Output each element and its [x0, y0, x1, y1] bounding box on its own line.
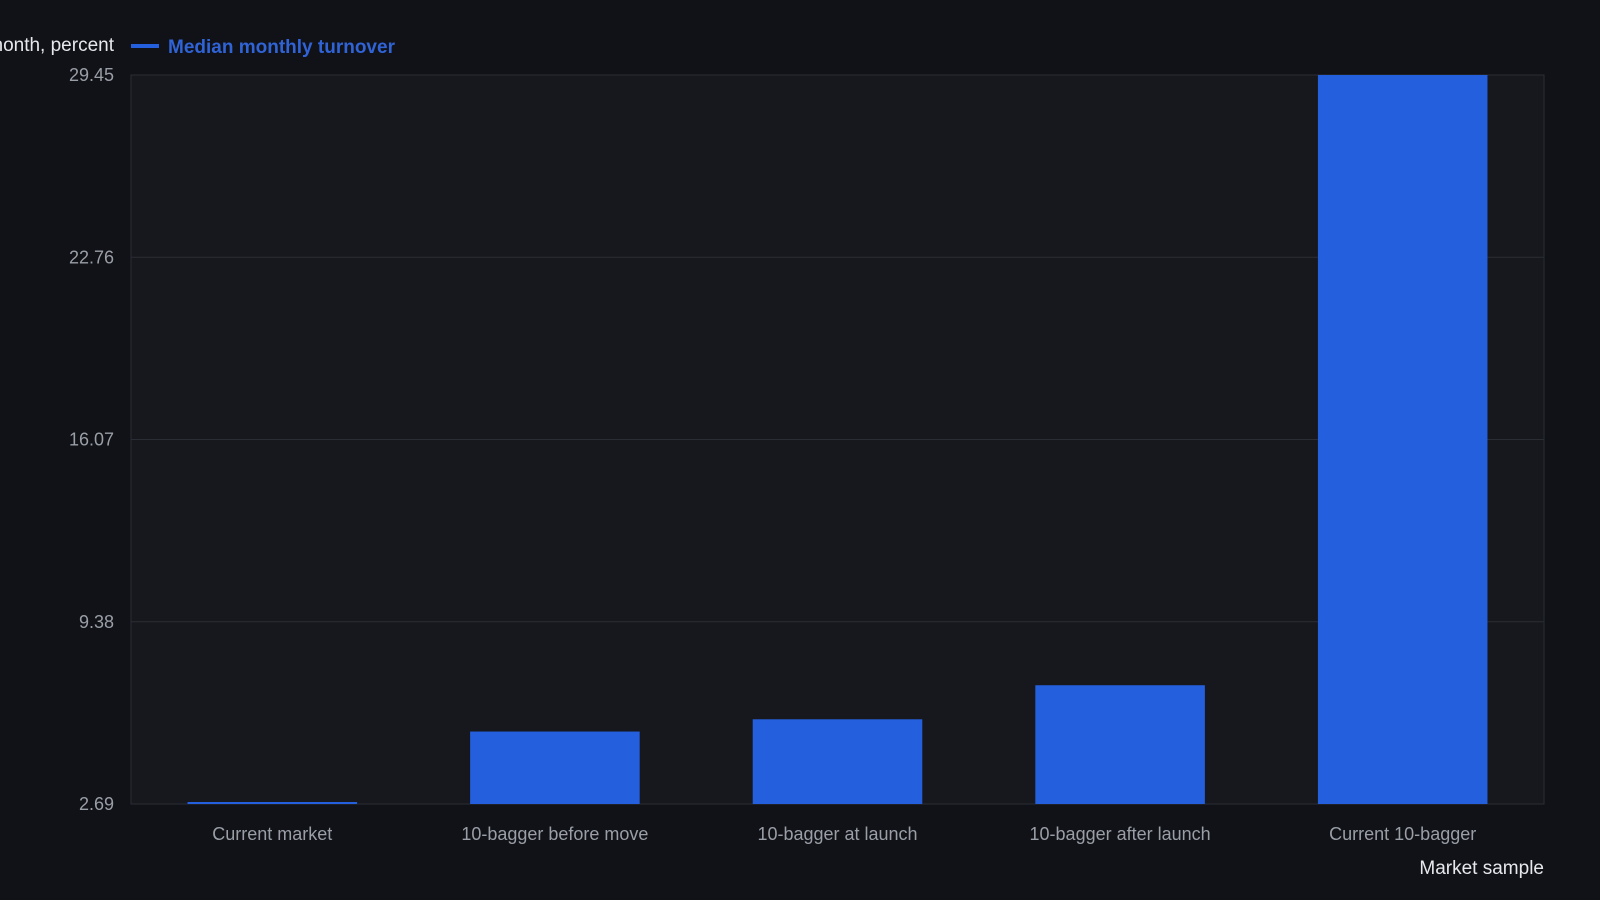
bar — [752, 719, 923, 804]
x-tick-label: Current 10-bagger — [1329, 824, 1476, 844]
x-tick-label: 10-bagger before move — [461, 824, 648, 844]
bar — [1317, 75, 1488, 804]
x-tick-label: 10-bagger at launch — [757, 824, 917, 844]
x-axis-ticks: Current market 10-bagger before move 10-ba… — [212, 824, 1476, 844]
y-axis-ticks: 2.69 9.38 16.07 22.76 29.45 — [69, 65, 114, 814]
bar-chart: 2.69 9.38 16.07 22.76 29.45 Current market 10… — [0, 35, 1545, 879]
y-tick-label: 29.45 — [69, 65, 114, 85]
y-tick-label: 16.07 — [69, 430, 114, 450]
y-tick-label: 9.38 — [79, 612, 114, 632]
bar — [1035, 685, 1205, 804]
y-tick-label: 2.69 — [79, 794, 114, 814]
y-axis-title: nonth, percent — [0, 35, 115, 56]
legend-label: Median monthly turnover — [168, 37, 396, 58]
x-axis-title: Market sample — [1419, 858, 1544, 879]
legend: Median monthly turnover — [131, 37, 396, 58]
y-tick-label: 22.76 — [69, 247, 114, 267]
bar — [187, 802, 358, 804]
bar — [470, 731, 640, 804]
x-tick-label: Current market — [212, 824, 332, 844]
x-tick-label: 10-bagger after launch — [1030, 824, 1211, 844]
